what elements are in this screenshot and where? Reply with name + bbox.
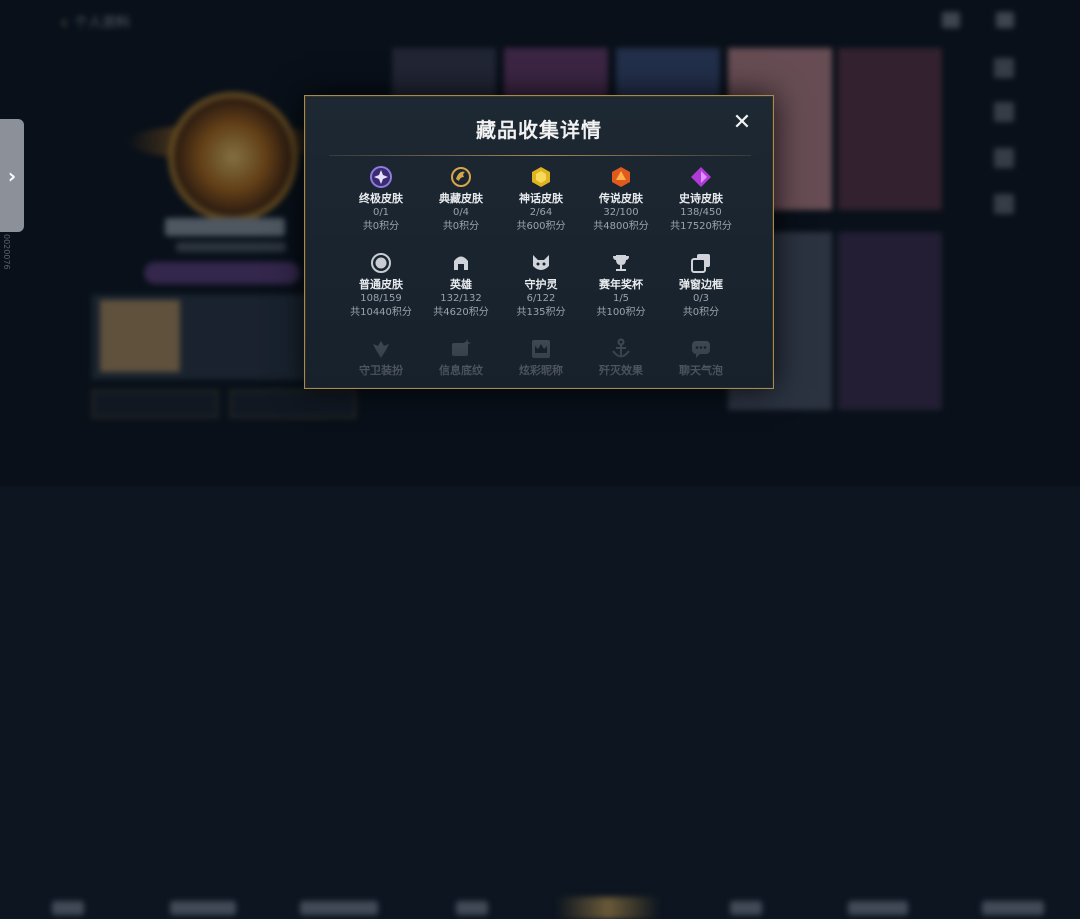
chevron-right-icon[interactable]: › — [8, 164, 16, 188]
collection-category[interactable]: 传说皮肤 32/100 共4800积分 — [581, 166, 661, 242]
crown-card-icon — [530, 338, 552, 360]
category-label: 守卫装扮 — [359, 364, 403, 377]
collection-category[interactable]: 典藏皮肤 0/4 共0积分 — [421, 166, 501, 242]
ward-icon — [370, 338, 392, 360]
trophy-icon — [610, 252, 632, 274]
category-label: 传说皮肤 — [599, 192, 643, 205]
category-points: 共0积分 — [362, 221, 400, 232]
collection-category[interactable]: 炫彩昵称 — [501, 338, 581, 414]
category-count: 132/132 — [440, 293, 482, 304]
category-label: 守护灵 — [524, 278, 558, 291]
modal-title: 藏品收集详情 — [476, 118, 602, 142]
category-points: 共0积分 — [442, 221, 480, 232]
nav-tab-active[interactable] — [556, 897, 660, 919]
legend-gem-icon — [610, 166, 632, 188]
nav-tab[interactable] — [300, 901, 378, 915]
category-points: 共4620积分 — [433, 307, 489, 318]
category-count: 0/1 — [372, 207, 390, 218]
nav-tab[interactable] — [848, 901, 908, 915]
category-label: 聊天气泡 — [679, 364, 723, 377]
category-label: 终极皮肤 — [359, 192, 403, 205]
guardian-icon — [530, 252, 552, 274]
category-label: 典藏皮肤 — [439, 192, 483, 205]
collection-category[interactable]: 终极皮肤 0/1 共0积分 — [341, 166, 421, 242]
category-label: 普通皮肤 — [359, 278, 403, 291]
category-count: 108/159 — [360, 293, 402, 304]
category-label: 英雄 — [450, 278, 472, 291]
category-points: 共17520积分 — [670, 221, 732, 232]
category-count: 0/4 — [452, 207, 470, 218]
category-points: 共4800积分 — [593, 221, 649, 232]
category-grid: 终极皮肤 0/1 共0积分 典藏皮肤 0/4 共0积分 神话皮肤 2/64 共600积分 传说皮肤… — [341, 166, 741, 414]
collection-category[interactable]: 歼灭效果 — [581, 338, 661, 414]
mythic-gem-icon — [530, 166, 552, 188]
nav-tab[interactable] — [52, 901, 84, 915]
collection-category[interactable]: 守卫装扮 — [341, 338, 421, 414]
collection-category[interactable]: 弹窗边框 0/3 共0积分 — [661, 252, 741, 328]
ultimate-gem-icon — [370, 166, 392, 188]
category-label: 炫彩昵称 — [519, 364, 563, 377]
chat-bubble-icon — [690, 338, 712, 360]
category-points: 共600积分 — [516, 221, 566, 232]
nav-tab[interactable] — [456, 901, 488, 915]
side-id-text: 0020076 — [2, 234, 11, 270]
category-label: 神话皮肤 — [519, 192, 563, 205]
category-count: 0/3 — [692, 293, 710, 304]
category-count: 138/450 — [680, 207, 722, 218]
epic-gem-icon — [690, 166, 712, 188]
category-count: 32/100 — [603, 207, 639, 218]
category-points: 共135积分 — [516, 307, 566, 318]
dragon-crest-icon — [450, 166, 472, 188]
collection-category[interactable]: 信息底纹 — [421, 338, 501, 414]
category-label: 赛年奖杯 — [599, 278, 643, 291]
collection-category[interactable]: 赛年奖杯 1/5 共100积分 — [581, 252, 661, 328]
category-label: 弹窗边框 — [679, 278, 723, 291]
collection-category[interactable]: 英雄 132/132 共4620积分 — [421, 252, 501, 328]
helmet-icon — [450, 252, 472, 274]
category-points: 共0积分 — [682, 307, 720, 318]
close-button[interactable]: ✕ — [731, 112, 753, 134]
category-count: 6/122 — [526, 293, 556, 304]
collection-details-modal: 藏品收集详情 ✕ 终极皮肤 0/1 共0积分 典藏皮肤 0/4 共0积分 神话皮肤 2/64 共… — [304, 95, 774, 389]
frame-stack-icon — [690, 252, 712, 274]
category-count: 1/5 — [612, 293, 630, 304]
category-label: 史诗皮肤 — [679, 192, 723, 205]
card-star-icon — [450, 338, 472, 360]
category-points: 共100积分 — [596, 307, 646, 318]
nav-tab[interactable] — [730, 901, 762, 915]
anchor-icon — [610, 338, 632, 360]
title-divider — [329, 155, 751, 156]
collection-category[interactable]: 神话皮肤 2/64 共600积分 — [501, 166, 581, 242]
category-points: 共10440积分 — [350, 307, 412, 318]
category-label: 歼灭效果 — [599, 364, 643, 377]
collection-category[interactable]: 普通皮肤 108/159 共10440积分 — [341, 252, 421, 328]
nav-tab[interactable] — [170, 901, 236, 915]
category-count: 2/64 — [529, 207, 553, 218]
nav-tab[interactable] — [982, 901, 1044, 915]
normal-ring-icon — [370, 252, 392, 274]
category-label: 信息底纹 — [439, 364, 483, 377]
side-expand-tab[interactable]: › — [0, 119, 24, 232]
collection-category[interactable]: 守护灵 6/122 共135积分 — [501, 252, 581, 328]
collection-category[interactable]: 聊天气泡 — [661, 338, 741, 414]
collection-category[interactable]: 史诗皮肤 138/450 共17520积分 — [661, 166, 741, 242]
